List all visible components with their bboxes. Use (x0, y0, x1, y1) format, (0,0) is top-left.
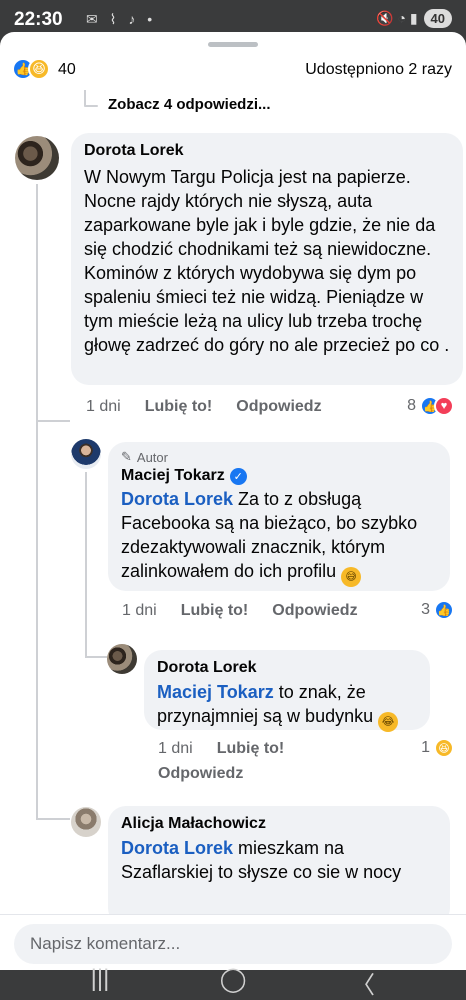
comment-reactions[interactable]: 3 👍 (421, 600, 454, 620)
reaction-icons: 👍 😆 (12, 58, 50, 80)
thread-connector (36, 818, 70, 820)
back-button[interactable]: 〈 (343, 965, 383, 1000)
comment-text: W Nowym Targu Policja jest na papierze. … (84, 167, 450, 355)
comment-actions: 1 dni Lubię to! Odpowiedz (122, 602, 382, 620)
author-badge-label: Autor (136, 449, 168, 465)
comment-composer[interactable] (14, 924, 452, 964)
comment-reactions[interactable]: 1 😆 (421, 738, 454, 758)
avatar[interactable] (71, 807, 101, 837)
avatar[interactable] (71, 439, 101, 469)
comment-time: 1 dni (122, 602, 157, 619)
reaction-number: 1 (421, 739, 430, 756)
reaction-number: 3 (421, 601, 430, 618)
reply-bubble: ✎ Autor Maciej Tokarz ✓ Dorota Lorek Za … (108, 442, 450, 591)
mention-link[interactable]: Dorota Lorek (121, 489, 233, 509)
like-button[interactable]: Lubię to! (217, 740, 285, 758)
author-badge: ✎ Autor (121, 449, 437, 465)
composer-bar (0, 914, 466, 970)
author-name[interactable]: Maciej Tokarz (121, 467, 225, 485)
comment-bubble: Dorota Lorek W Nowym Targu Policja jest … (71, 133, 463, 385)
see-replies-link[interactable]: Zobacz 4 odpowiedzi... (108, 96, 271, 113)
notification-icons: ✉ ⌇ ♪ • (86, 11, 157, 27)
haha-icon: 😆 (28, 58, 50, 80)
comment-text: Dorota Lorek mieszkam na Szaflarskiej to… (121, 836, 437, 884)
reactions-summary[interactable]: 👍 😆 40 Udostępniono 2 razy (0, 56, 466, 86)
thread-connector (85, 656, 107, 658)
like-icon: 👍 (434, 600, 454, 620)
love-icon: ♥ (434, 396, 454, 416)
avatar[interactable] (15, 136, 59, 180)
comment-author[interactable]: Maciej Tokarz ✓ (121, 467, 437, 485)
thread-connector (84, 105, 98, 107)
comment-actions-row2: Odpowiedz (158, 765, 267, 783)
thread-line (36, 184, 38, 819)
comment-time: 1 dni (86, 398, 121, 415)
reply-bubble: Alicja Małachowicz Dorota Lorek mieszkam… (108, 806, 450, 926)
laugh-cry-icon: 😂 (378, 712, 399, 732)
comment-time: 1 dni (158, 740, 193, 757)
comment-author[interactable]: Dorota Lorek (84, 142, 450, 160)
pencil-icon: ✎ (121, 449, 132, 464)
comment-actions: 1 dni Lubię to! Odpowiedz (86, 398, 346, 416)
comment-reactions[interactable]: 8 👍 ♥ (407, 396, 454, 416)
like-button[interactable]: Lubię to! (181, 602, 249, 620)
reply-button[interactable]: Odpowiedz (272, 602, 357, 620)
thread-line (85, 472, 87, 658)
battery-icon: 40 (423, 9, 452, 28)
comment-input[interactable] (14, 924, 452, 964)
comment-text: Dorota Lorek Za to z obsługą Facebooka s… (121, 487, 437, 587)
reply-button[interactable]: Odpowiedz (236, 398, 321, 416)
thread-connector (36, 420, 70, 422)
signal-icons: 🔇 ◔ ▮ (376, 10, 418, 26)
shares-count[interactable]: Udostępniono 2 razy (305, 61, 452, 79)
system-nav-bar: ||| ◯ 〈 (0, 965, 466, 1000)
system-icons: 🔇 ◔ ▮ 40 (376, 9, 452, 28)
avatar[interactable] (107, 644, 137, 674)
comment-author[interactable]: Alicja Małachowicz (121, 815, 437, 833)
reply-button[interactable]: Odpowiedz (158, 765, 243, 783)
thread-line (84, 90, 86, 106)
reaction-number: 8 (407, 397, 416, 414)
reaction-count[interactable]: 40 (58, 61, 76, 79)
sweat-smile-icon: 😅 (341, 567, 362, 587)
comment-text: Maciej Tokarz to znak, że przynajmniej s… (157, 680, 417, 732)
recent-apps-button[interactable]: ||| (80, 965, 120, 993)
mention-link[interactable]: Maciej Tokarz (157, 682, 274, 702)
reply-bubble: Dorota Lorek Maciej Tokarz to znak, że p… (144, 650, 430, 732)
verified-badge-icon: ✓ (229, 467, 247, 485)
comment-actions: 1 dni Lubię to! (158, 740, 308, 758)
comments-sheet: 👍 😆 40 Udostępniono 2 razy Zobacz 4 odpo… (0, 32, 466, 970)
comment-author[interactable]: Dorota Lorek (157, 659, 417, 677)
like-button[interactable]: Lubię to! (145, 398, 213, 416)
haha-icon: 😆 (434, 738, 454, 758)
status-time: 22:30 (14, 9, 63, 30)
mention-link[interactable]: Dorota Lorek (121, 838, 233, 858)
drag-handle[interactable] (208, 42, 258, 47)
home-button[interactable]: ◯ (213, 965, 253, 994)
